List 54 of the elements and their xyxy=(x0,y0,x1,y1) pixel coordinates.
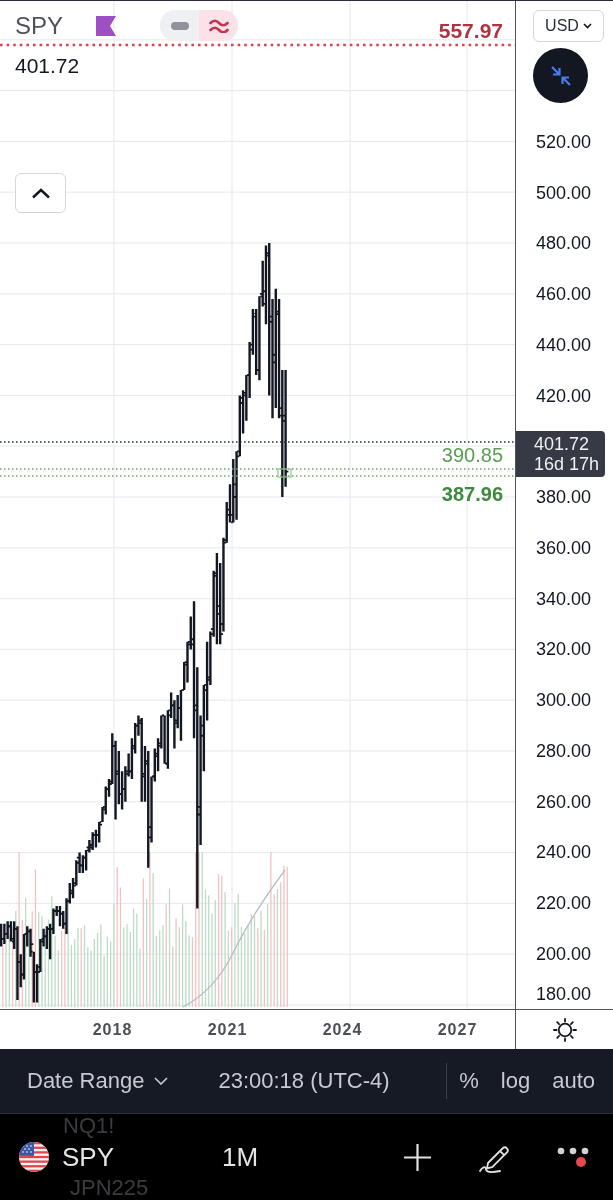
toggle-segment[interactable] xyxy=(199,10,239,41)
symbol-name: SPY xyxy=(15,11,64,40)
sun-icon[interactable] xyxy=(552,1017,577,1042)
high-price-label: 557.97 xyxy=(438,19,503,43)
current-price: 401.72 xyxy=(534,434,591,455)
price-axis-label: 480.00 xyxy=(536,233,592,254)
chevron-up-icon xyxy=(30,187,51,199)
flag-icon[interactable] xyxy=(96,15,117,36)
price-axis-label: 460.00 xyxy=(536,284,592,305)
compress-arrows-icon xyxy=(548,63,573,88)
minus-icon xyxy=(170,21,189,30)
more-dots-icon xyxy=(557,1147,589,1155)
price-axis-label: 300.00 xyxy=(536,690,592,711)
collapse-button[interactable] xyxy=(15,173,66,213)
price-axis-label: 260.00 xyxy=(536,791,592,812)
chevron-down-icon xyxy=(582,23,592,29)
price-axis-label: 200.00 xyxy=(536,943,592,964)
price-axis-label: 220.00 xyxy=(536,893,592,914)
price-axis-label: 420.00 xyxy=(536,385,592,406)
price-line-label: 390.85 xyxy=(441,443,503,467)
price-axis-label: 340.00 xyxy=(536,588,592,609)
watchlist-symbol: JPN225 xyxy=(70,1177,149,1199)
wavy-lines-icon xyxy=(208,18,229,33)
price-axis-label: 440.00 xyxy=(536,334,592,355)
price-axis-label: 240.00 xyxy=(536,842,592,863)
price-axis-label: 520.00 xyxy=(536,131,592,152)
time-axis-label: 2021 xyxy=(207,1019,248,1040)
scale-option[interactable]: log xyxy=(500,1068,531,1094)
us-flag-icon xyxy=(19,1142,49,1172)
watchlist-symbol: NQ1! xyxy=(63,1115,115,1137)
time-axis-label: 2024 xyxy=(322,1019,363,1040)
scale-option[interactable]: % xyxy=(459,1068,479,1094)
currency-dropdown[interactable]: USD xyxy=(533,10,604,42)
plus-icon xyxy=(403,1142,432,1172)
price-axis-label: 320.00 xyxy=(536,639,592,660)
price-marker xyxy=(277,468,292,478)
symbol-button[interactable]: SPY xyxy=(19,1142,115,1172)
price-axis-label: 500.00 xyxy=(536,182,592,203)
last-price: 401.72 xyxy=(15,54,80,78)
chevron-down-icon xyxy=(154,1077,169,1085)
add-button[interactable] xyxy=(403,1142,432,1172)
date-range-button[interactable]: Date Range xyxy=(27,1068,169,1094)
clock-button[interactable]: 23:00:18 (UTC-4) xyxy=(218,1068,390,1094)
price-axis-label: 280.00 xyxy=(536,740,592,761)
time-axis-label: 2018 xyxy=(92,1019,133,1040)
interval-button[interactable]: 1M xyxy=(222,1142,259,1172)
price-axis-label: 360.00 xyxy=(536,537,592,558)
auto-fit-button[interactable] xyxy=(533,48,588,103)
time-axis-label: 2027 xyxy=(437,1019,478,1040)
price-line-label: 387.96 xyxy=(441,482,503,506)
bar-countdown: 16d 17h xyxy=(534,454,601,475)
price-axis-label: 380.00 xyxy=(536,487,592,508)
scale-option[interactable]: auto xyxy=(552,1068,595,1094)
price-axis-label: 180.00 xyxy=(536,984,592,1005)
